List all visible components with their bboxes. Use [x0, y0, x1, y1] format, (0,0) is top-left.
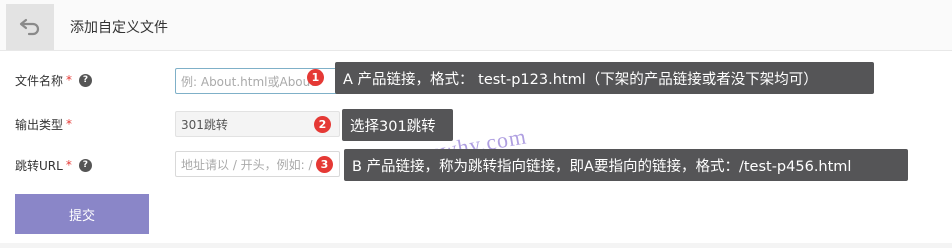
page-header: 添加自定义文件 [0, 0, 952, 51]
annotation-badge-2: 2 [314, 116, 331, 133]
redirect-url-placeholder: 地址请以 / 开头，例如: / [181, 157, 313, 172]
annotation-callout-2: 选择301跳转 [342, 109, 453, 141]
page-title: 添加自定义文件 [70, 20, 168, 36]
required-mark: * [65, 158, 72, 172]
required-mark: * [66, 117, 73, 131]
redirect-url-label: 跳转URL * ? [15, 155, 92, 175]
annotation-badge-3: 3 [316, 156, 333, 173]
annotation-text-3: B 产品链接，称为跳转指向链接，即A要指向的链接，格式：/test-p456.h… [352, 158, 852, 175]
annotation-callout-3: B 产品链接，称为跳转指向链接，即A要指向的链接，格式：/test-p456.h… [344, 149, 908, 181]
annotation-badge-1: 1 [307, 69, 324, 86]
file-name-placeholder: 例: About.html或About [181, 74, 315, 89]
file-name-label: 文件名称 * ? [15, 70, 93, 90]
back-arrow-icon [19, 18, 40, 36]
back-button[interactable] [6, 4, 54, 50]
output-type-value: 301跳转 [181, 117, 228, 132]
output-type-label: 输出类型 * [15, 117, 73, 132]
required-mark: * [66, 73, 73, 87]
annotation-text-1: A 产品链接，格式： test-p123.html（下架的产品链接或者没下架均可… [343, 71, 818, 88]
question-circle-icon[interactable]: ? [79, 73, 93, 87]
annotation-callout-1: A 产品链接，格式： test-p123.html（下架的产品链接或者没下架均可… [335, 62, 874, 94]
annotation-text-2: 选择301跳转 [350, 118, 436, 135]
question-circle-icon[interactable]: ? [78, 158, 92, 172]
submit-button[interactable]: 提交 [15, 194, 149, 234]
